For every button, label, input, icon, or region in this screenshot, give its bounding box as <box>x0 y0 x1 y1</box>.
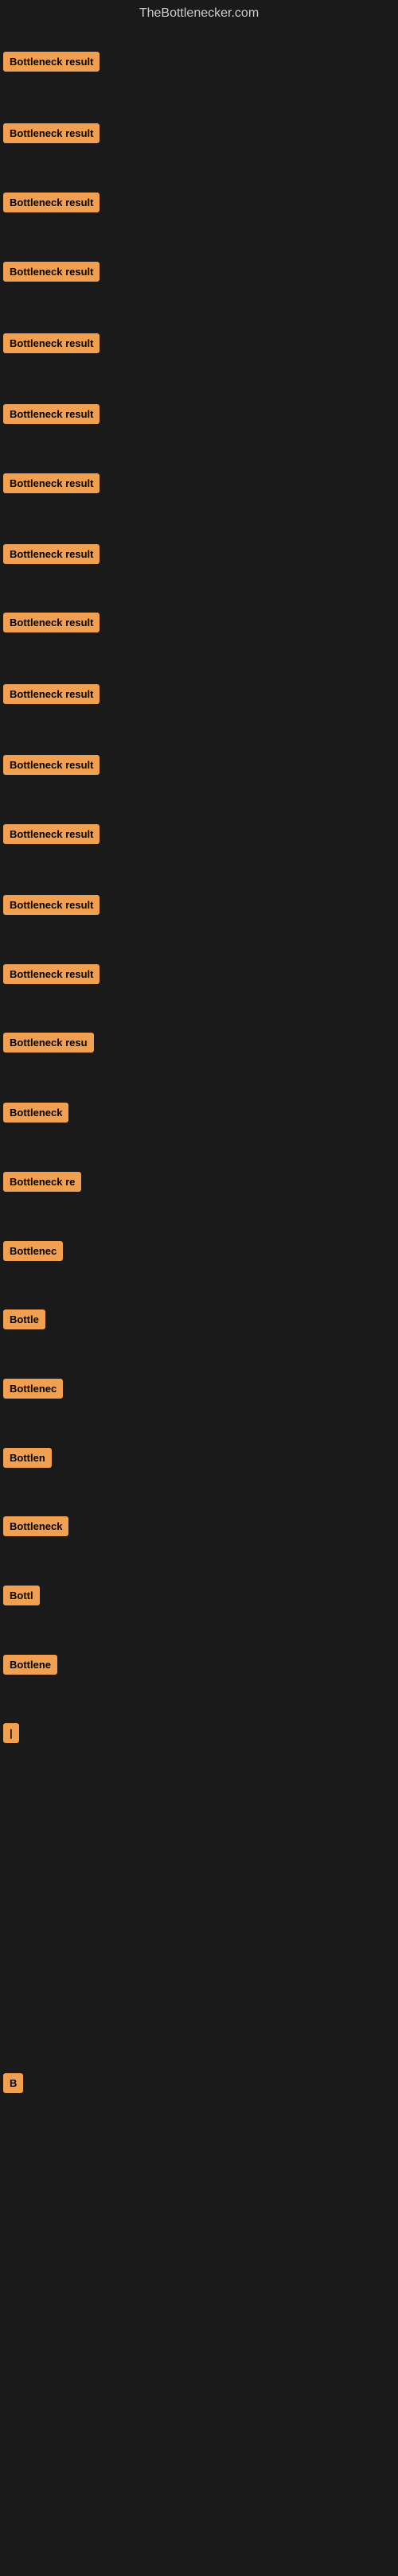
bottleneck-badge-3: Bottleneck result <box>3 193 100 212</box>
bottleneck-badge-19: Bottle <box>3 1309 45 1329</box>
bottleneck-badge-12: Bottleneck result <box>3 824 100 844</box>
bottleneck-badge-2: Bottleneck result <box>3 123 100 143</box>
bottleneck-item-26[interactable]: B <box>3 2073 23 2093</box>
bottleneck-badge-5: Bottleneck result <box>3 333 100 353</box>
bottleneck-item-3[interactable]: Bottleneck result <box>3 193 100 212</box>
bottleneck-item-25[interactable]: | <box>3 1723 19 1743</box>
bottleneck-badge-8: Bottleneck result <box>3 544 100 564</box>
bottleneck-badge-24: Bottlene <box>3 1655 57 1675</box>
bottleneck-item-7[interactable]: Bottleneck result <box>3 473 100 493</box>
bottleneck-item-14[interactable]: Bottleneck result <box>3 964 100 984</box>
bottleneck-item-2[interactable]: Bottleneck result <box>3 123 100 143</box>
bottleneck-item-11[interactable]: Bottleneck result <box>3 755 100 775</box>
bottleneck-badge-23: Bottl <box>3 1586 40 1605</box>
bottleneck-badge-20: Bottlenec <box>3 1379 63 1399</box>
bottleneck-badge-13: Bottleneck result <box>3 895 100 915</box>
bottleneck-item-10[interactable]: Bottleneck result <box>3 684 100 704</box>
bottleneck-item-21[interactable]: Bottlen <box>3 1448 52 1468</box>
bottleneck-item-23[interactable]: Bottl <box>3 1586 40 1605</box>
bottleneck-item-20[interactable]: Bottlenec <box>3 1379 63 1399</box>
bottleneck-badge-1: Bottleneck result <box>3 52 100 72</box>
bottleneck-item-18[interactable]: Bottlenec <box>3 1241 63 1261</box>
bottleneck-item-12[interactable]: Bottleneck result <box>3 824 100 844</box>
bottleneck-badge-4: Bottleneck result <box>3 262 100 282</box>
bottleneck-badge-17: Bottleneck re <box>3 1172 81 1192</box>
bottleneck-badge-16: Bottleneck <box>3 1103 68 1123</box>
bottleneck-item-5[interactable]: Bottleneck result <box>3 333 100 353</box>
bottleneck-badge-26: B <box>3 2073 23 2093</box>
bottleneck-badge-6: Bottleneck result <box>3 404 100 424</box>
bottleneck-item-22[interactable]: Bottleneck <box>3 1516 68 1536</box>
site-title: TheBottlenecker.com <box>0 0 398 30</box>
bottleneck-badge-14: Bottleneck result <box>3 964 100 984</box>
bottleneck-badge-11: Bottleneck result <box>3 755 100 775</box>
bottleneck-item-16[interactable]: Bottleneck <box>3 1103 68 1123</box>
bottleneck-item-19[interactable]: Bottle <box>3 1309 45 1329</box>
bottleneck-item-17[interactable]: Bottleneck re <box>3 1172 81 1192</box>
bottleneck-item-15[interactable]: Bottleneck resu <box>3 1033 94 1053</box>
bottleneck-badge-7: Bottleneck result <box>3 473 100 493</box>
bottleneck-badge-10: Bottleneck result <box>3 684 100 704</box>
bottleneck-badge-21: Bottlen <box>3 1448 52 1468</box>
bottleneck-item-24[interactable]: Bottlene <box>3 1655 57 1675</box>
bottleneck-item-1[interactable]: Bottleneck result <box>3 52 100 72</box>
bottleneck-badge-25: | <box>3 1723 19 1743</box>
bottleneck-badge-18: Bottlenec <box>3 1241 63 1261</box>
bottleneck-badge-9: Bottleneck result <box>3 613 100 632</box>
bottleneck-item-4[interactable]: Bottleneck result <box>3 262 100 282</box>
page-wrapper: TheBottlenecker.com Bottleneck result Bot… <box>0 0 398 2576</box>
bottleneck-badge-15: Bottleneck resu <box>3 1033 94 1053</box>
bottleneck-badge-22: Bottleneck <box>3 1516 68 1536</box>
bottleneck-item-13[interactable]: Bottleneck result <box>3 895 100 915</box>
bottleneck-item-6[interactable]: Bottleneck result <box>3 404 100 424</box>
bottleneck-item-9[interactable]: Bottleneck result <box>3 613 100 632</box>
bottleneck-item-8[interactable]: Bottleneck result <box>3 544 100 564</box>
